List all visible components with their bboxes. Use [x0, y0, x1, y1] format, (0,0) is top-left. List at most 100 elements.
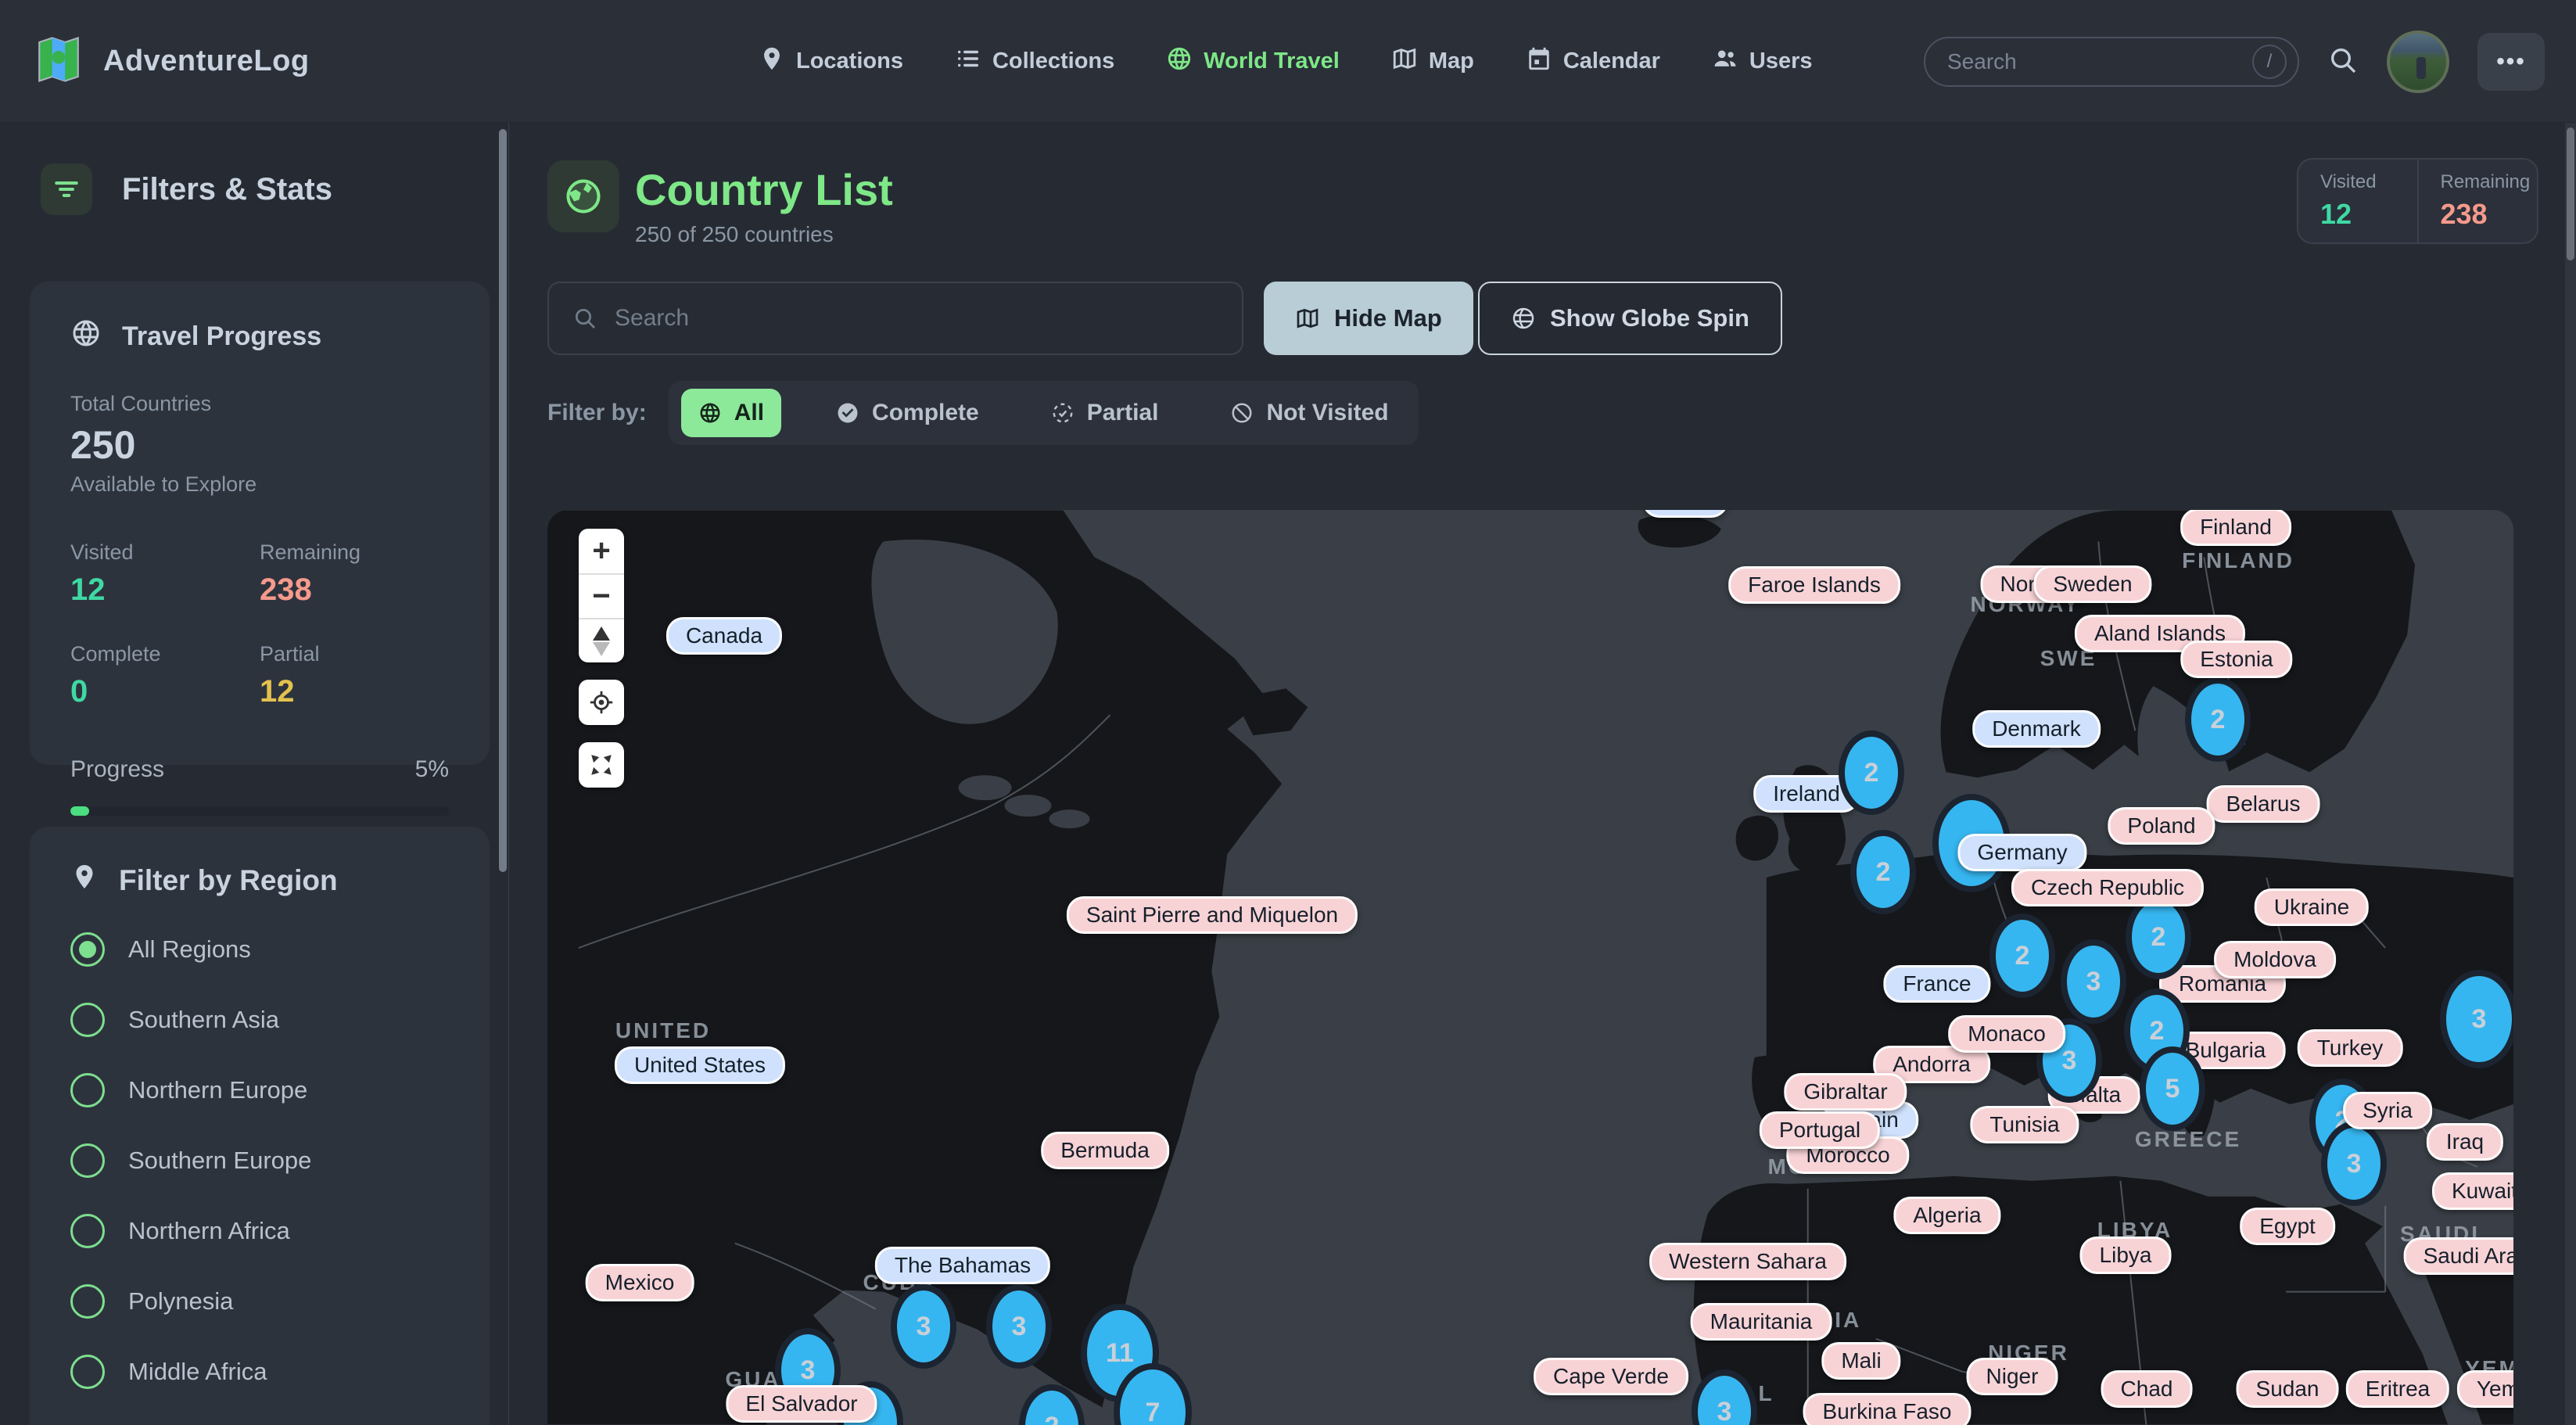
page-scrollbar-thumb[interactable]	[2567, 127, 2574, 260]
cluster-marker[interactable]: 2	[1839, 730, 1904, 815]
country-pill-the-bahamas[interactable]: The Bahamas	[875, 1247, 1050, 1284]
country-pill-portugal[interactable]: Portugal	[1760, 1111, 1880, 1149]
country-pill-faroe-islands[interactable]: Faroe Islands	[1728, 566, 1900, 604]
zoom-in-button[interactable]: +	[579, 529, 624, 573]
filter-chip-not-visited[interactable]: Not Visited	[1213, 389, 1405, 437]
cluster-marker[interactable]: 3	[986, 1284, 1052, 1369]
country-pill-germany[interactable]: Germany	[1957, 834, 2086, 871]
nav-item-collections[interactable]: Collections	[955, 45, 1114, 78]
country-pill-gibraltar[interactable]: Gibraltar	[1784, 1073, 1907, 1111]
stat-visited: Visited12	[70, 540, 260, 608]
zoom-out-button[interactable]: −	[579, 573, 624, 618]
country-pill-eritrea[interactable]: Eritrea	[2346, 1370, 2449, 1408]
cluster-marker[interactable]: 3	[2440, 970, 2513, 1068]
nav-item-users[interactable]: Users	[1712, 45, 1813, 78]
navbar-search-input[interactable]	[1947, 49, 2252, 74]
region-option-middle-africa[interactable]: Middle Africa	[70, 1355, 449, 1389]
filter-chip-partial[interactable]: Partial	[1034, 389, 1176, 437]
filter-chip-all[interactable]: All	[681, 389, 781, 437]
stat-value: 12	[70, 573, 260, 608]
country-pill-canada[interactable]: Canada	[666, 617, 782, 655]
cluster-marker[interactable]: 2	[1989, 914, 2055, 998]
country-pill-iraq[interactable]: Iraq	[2427, 1123, 2503, 1161]
radio-button[interactable]	[70, 1284, 105, 1319]
hide-map-button[interactable]: Hide Map	[1264, 282, 1473, 355]
country-pill-western-sahara[interactable]: Western Sahara	[1649, 1243, 1846, 1280]
show-globe-spin-button[interactable]: Show Globe Spin	[1478, 282, 1782, 355]
country-pill-moldova[interactable]: Moldova	[2214, 941, 2336, 978]
brand[interactable]: AdventureLog	[33, 34, 310, 89]
country-pill-estonia[interactable]: Estonia	[2180, 641, 2292, 678]
avatar[interactable]	[2387, 31, 2449, 93]
country-pill-niger[interactable]: Niger	[1967, 1358, 2058, 1395]
country-pill-france[interactable]: France	[1883, 965, 1990, 1003]
radio-button[interactable]	[70, 1073, 105, 1107]
cluster-marker[interactable]: 2	[2185, 677, 2251, 762]
country-pill-kuwait[interactable]: Kuwait	[2432, 1172, 2513, 1210]
page-scrollbar[interactable]	[2565, 123, 2576, 1425]
country-pill-mali[interactable]: Mali	[1821, 1342, 1900, 1380]
cluster-marker[interactable]: 3	[2321, 1122, 2387, 1206]
country-pill-mexico[interactable]: Mexico	[586, 1264, 694, 1301]
country-pill-denmark[interactable]: Denmark	[1972, 710, 2101, 748]
country-pill-yemen[interactable]: Yemen	[2457, 1370, 2513, 1408]
nav-item-world-travel[interactable]: World Travel	[1166, 45, 1340, 78]
cluster-marker[interactable]: 3	[891, 1284, 956, 1369]
region-option-polynesia[interactable]: Polynesia	[70, 1284, 449, 1319]
geolocate-button[interactable]	[579, 680, 624, 725]
sidebar-scrollbar[interactable]	[499, 129, 507, 872]
country-pill-el-salvador[interactable]: El Salvador	[726, 1385, 877, 1423]
nav-item-map[interactable]: Map	[1391, 45, 1474, 78]
radio-button[interactable]	[70, 1143, 105, 1178]
search-icon[interactable]	[2327, 45, 2359, 78]
cluster-marker[interactable]: 2	[1850, 830, 1916, 914]
country-pill-sweden[interactable]: Sweden	[2033, 565, 2151, 603]
filter-chip-complete[interactable]: Complete	[819, 389, 996, 437]
country-pill-belarus[interactable]: Belarus	[2207, 785, 2320, 823]
nav-item-locations[interactable]: Locations	[759, 45, 903, 78]
country-pill-syria[interactable]: Syria	[2343, 1092, 2432, 1129]
compass-control[interactable]	[579, 618, 624, 662]
sidebar-header: Filters & Stats	[41, 163, 508, 215]
radio-button[interactable]	[70, 1003, 105, 1037]
country-pill-sudan[interactable]: Sudan	[2237, 1370, 2339, 1408]
country-pill-tunisia[interactable]: Tunisia	[1970, 1106, 2079, 1143]
country-pill-algeria[interactable]: Algeria	[1893, 1197, 2000, 1234]
country-pill-monaco[interactable]: Monaco	[1948, 1015, 2065, 1053]
map-controls: + −	[579, 529, 624, 788]
world-map[interactable]: UNITEDSTATESCUBAGUANORWAYSWEFINLANDLIBYA…	[547, 510, 2513, 1425]
cluster-marker[interactable]: 2	[2126, 895, 2191, 979]
country-pill-finland[interactable]: Finland	[2180, 510, 2291, 546]
region-option-all-regions[interactable]: All Regions	[70, 932, 449, 967]
region-option-southern-asia[interactable]: Southern Asia	[70, 1003, 449, 1037]
country-pill-burkina-faso[interactable]: Burkina Faso	[1803, 1393, 1971, 1425]
country-pill-libya[interactable]: Libya	[2080, 1237, 2172, 1274]
region-option-northern-europe[interactable]: Northern Europe	[70, 1073, 449, 1107]
cluster-marker[interactable]: 3	[2061, 939, 2126, 1024]
country-pill-saint-pierre-and-miquelon[interactable]: Saint Pierre and Miquelon	[1067, 896, 1358, 934]
country-pill-bermuda[interactable]: Bermuda	[1041, 1132, 1169, 1169]
country-pill-clipped[interactable]	[1642, 510, 1728, 518]
radio-button[interactable]	[70, 1355, 105, 1389]
radio-button[interactable]	[70, 1214, 105, 1248]
country-search-input[interactable]	[615, 305, 1218, 332]
fullscreen-button[interactable]	[579, 742, 624, 788]
country-pill-turkey[interactable]: Turkey	[2298, 1029, 2403, 1067]
country-pill-egypt[interactable]: Egypt	[2240, 1208, 2335, 1245]
cluster-marker[interactable]: 5	[2140, 1046, 2205, 1131]
country-pill-saudi-arabia[interactable]: Saudi Arabia	[2404, 1237, 2513, 1275]
radio-button[interactable]	[70, 932, 105, 967]
country-pill-chad[interactable]: Chad	[2101, 1370, 2193, 1408]
country-search[interactable]	[547, 282, 1243, 355]
navbar-search[interactable]: /	[1924, 37, 2299, 87]
more-menu-button[interactable]: •••	[2477, 33, 2545, 91]
country-pill-mauritania[interactable]: Mauritania	[1691, 1303, 1832, 1341]
region-option-northern-africa[interactable]: Northern Africa	[70, 1214, 449, 1248]
country-pill-czech-republic[interactable]: Czech Republic	[2011, 869, 2204, 906]
region-option-southern-europe[interactable]: Southern Europe	[70, 1143, 449, 1178]
nav-item-calendar[interactable]: Calendar	[1526, 45, 1660, 78]
country-pill-poland[interactable]: Poland	[2108, 807, 2215, 845]
country-pill-united-states[interactable]: United States	[615, 1046, 785, 1084]
country-pill-cape-verde[interactable]: Cape Verde	[1534, 1358, 1688, 1395]
country-pill-ukraine[interactable]: Ukraine	[2255, 888, 2369, 926]
